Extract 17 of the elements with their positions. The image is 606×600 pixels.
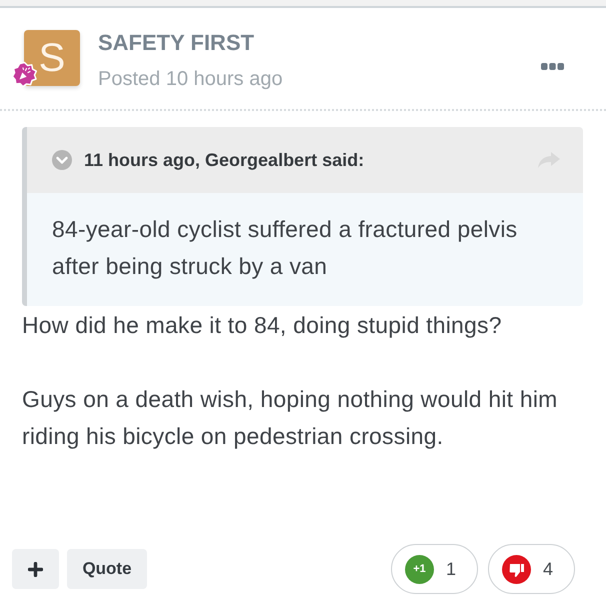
quote-attribution: 11 hours ago, Georgealbert said: [84,148,364,172]
post-time: Posted 10 hours ago [98,67,283,91]
like-badge: +1 [405,554,434,584]
reaction-button[interactable]: 4 [488,544,575,594]
post-paragraph: How did he make it to 84, doing stupid things? [22,311,503,340]
thumbs-down-icon [502,554,531,584]
rosette-icon [11,61,38,88]
author-name[interactable]: SAFETY FIRST [98,30,283,56]
reaction-button[interactable]: +1 1 [391,544,478,594]
reaction-count: 1 [446,558,456,580]
add-button[interactable] [12,549,59,589]
ellipsis-icon[interactable] [541,63,564,70]
post-paragraph: Guys on a death wish, hoping nothing would hit him riding his bicycle on pedestrian crossing. [22,385,558,451]
reaction-count: 4 [543,558,554,580]
quote-button[interactable]: Quote [67,549,147,589]
plus-icon [28,562,43,576]
quote-text: 84-year-old cyclist suffered a fractured pelvis after being struck by a van [51,215,518,281]
